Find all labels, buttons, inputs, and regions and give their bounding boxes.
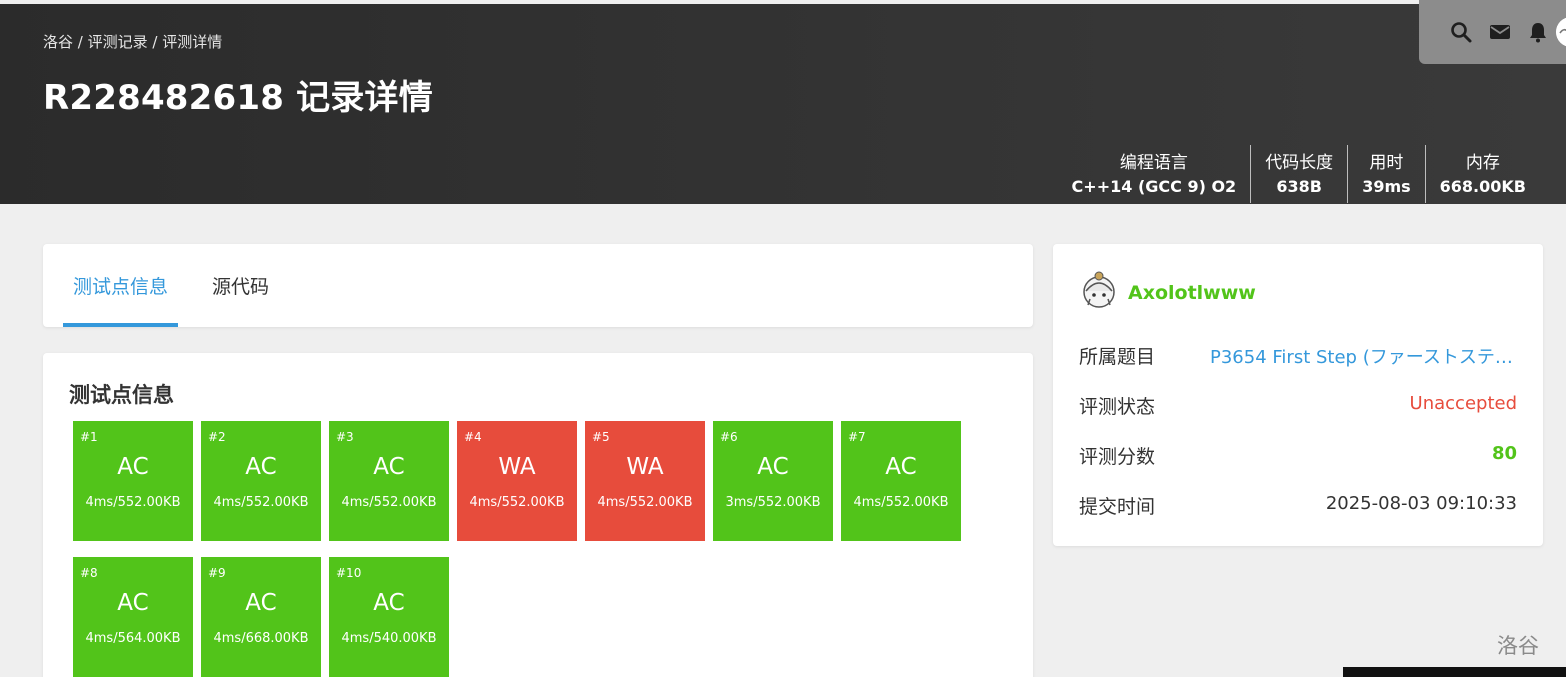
testcase-id: #2 bbox=[208, 430, 226, 444]
testcase-status: AC bbox=[245, 454, 277, 480]
testcase-status: AC bbox=[757, 454, 789, 480]
info-row-score: 评测分数 80 bbox=[1079, 442, 1517, 472]
stat-code-length: 代码长度 638B bbox=[1250, 145, 1347, 203]
testcase-status: AC bbox=[885, 454, 917, 480]
testcase-3[interactable]: #3 AC 4ms/552.00KB bbox=[329, 421, 449, 541]
problem-link[interactable]: P3654 First Step (ファーストステップ) bbox=[1210, 343, 1517, 369]
tabs-card: 测试点信息 源代码 bbox=[43, 244, 1033, 327]
info-label: 评测分数 bbox=[1079, 446, 1156, 468]
breadcrumb-item-home[interactable]: 洛谷 bbox=[43, 33, 73, 51]
bell-icon[interactable] bbox=[1526, 20, 1550, 44]
testcase-detail: 4ms/552.00KB bbox=[853, 495, 949, 510]
testcase-5[interactable]: #5 WA 4ms/552.00KB bbox=[585, 421, 705, 541]
breadcrumb-separator: / bbox=[77, 33, 88, 51]
testcase-id: #3 bbox=[336, 430, 354, 444]
stat-value: C++14 (GCC 9) O2 bbox=[1071, 177, 1237, 196]
testcase-id: #10 bbox=[336, 566, 362, 580]
testcase-id: #1 bbox=[80, 430, 98, 444]
info-label: 评测状态 bbox=[1079, 396, 1156, 418]
testcase-detail: 4ms/552.00KB bbox=[597, 495, 693, 510]
luogu-watermark: 洛谷 bbox=[1497, 634, 1539, 658]
info-row-problem: 所属题目 P3654 First Step (ファーストステップ) bbox=[1079, 342, 1517, 372]
testcase-4[interactable]: #4 WA 4ms/552.00KB bbox=[457, 421, 577, 541]
testcase-id: #6 bbox=[720, 430, 738, 444]
tab-source-code[interactable]: 源代码 bbox=[202, 244, 279, 327]
stat-language: 编程语言 C++14 (GCC 9) O2 bbox=[1058, 145, 1251, 203]
stat-label: 代码长度 bbox=[1265, 153, 1334, 173]
testcase-detail: 4ms/540.00KB bbox=[341, 631, 437, 646]
testcase-detail: 3ms/552.00KB bbox=[725, 495, 821, 510]
stat-label: 编程语言 bbox=[1119, 153, 1188, 173]
user-toolbar bbox=[1419, 0, 1566, 64]
testcase-detail: 4ms/552.00KB bbox=[341, 495, 437, 510]
tab-testcases[interactable]: 测试点信息 bbox=[63, 244, 179, 327]
username[interactable]: Axolotlwww bbox=[1128, 282, 1256, 304]
stat-time: 用时 39ms bbox=[1347, 145, 1424, 203]
testcase-detail: 4ms/552.00KB bbox=[85, 495, 181, 510]
info-row-time: 提交时间 2025-08-03 09:10:33 bbox=[1079, 492, 1517, 522]
testcase-status: WA bbox=[626, 454, 664, 480]
testcase-2[interactable]: #2 AC 4ms/552.00KB bbox=[201, 421, 321, 541]
record-stats: 编程语言 C++14 (GCC 9) O2 代码长度 638B 用时 39ms … bbox=[1058, 145, 1540, 203]
testcase-detail: 4ms/668.00KB bbox=[213, 631, 309, 646]
search-icon[interactable] bbox=[1449, 20, 1473, 44]
page-title: R228482618 记录详情 bbox=[43, 78, 433, 118]
stat-value: 668.00KB bbox=[1439, 177, 1526, 196]
testcase-9[interactable]: #9 AC 4ms/668.00KB bbox=[201, 557, 321, 677]
testcase-id: #8 bbox=[80, 566, 98, 580]
testcase-id: #5 bbox=[592, 430, 610, 444]
record-info-card: Axolotlwww 所属题目 P3654 First Step (ファーストス… bbox=[1053, 244, 1543, 546]
testcases-card: 测试点信息 #1 AC 4ms/552.00KB #2 AC 4ms/552.0… bbox=[43, 353, 1033, 677]
section-title: 测试点信息 bbox=[69, 383, 174, 407]
score-value: 80 bbox=[1491, 443, 1517, 464]
testcase-status: AC bbox=[117, 454, 149, 480]
testcase-status: AC bbox=[245, 590, 277, 616]
stat-label: 内存 bbox=[1465, 153, 1500, 173]
breadcrumb-item-records[interactable]: 评测记录 bbox=[88, 33, 148, 51]
testcase-id: #9 bbox=[208, 566, 226, 580]
stat-value: 39ms bbox=[1362, 177, 1411, 196]
testcase-7[interactable]: #7 AC 4ms/552.00KB bbox=[841, 421, 961, 541]
breadcrumb: 洛谷 / 评测记录 / 评测详情 bbox=[43, 31, 222, 52]
testcase-status: AC bbox=[373, 454, 405, 480]
tab-label: 测试点信息 bbox=[73, 276, 169, 298]
testcase-detail: 4ms/552.00KB bbox=[469, 495, 565, 510]
testcase-1[interactable]: #1 AC 4ms/552.00KB bbox=[73, 421, 193, 541]
stat-memory: 内存 668.00KB bbox=[1424, 145, 1540, 203]
breadcrumb-item-detail: 评测详情 bbox=[162, 33, 223, 51]
user-avatar[interactable] bbox=[1080, 269, 1118, 311]
submit-time-value: 2025-08-03 09:10:33 bbox=[1325, 493, 1517, 514]
breadcrumb-separator: / bbox=[152, 33, 163, 51]
status-value: Unaccepted bbox=[1409, 393, 1517, 414]
testcase-id: #7 bbox=[848, 430, 866, 444]
info-label: 提交时间 bbox=[1079, 496, 1156, 518]
testcase-id: #4 bbox=[464, 430, 482, 444]
testcase-status: AC bbox=[373, 590, 405, 616]
user-avatar-mini[interactable] bbox=[1556, 17, 1566, 47]
testcase-detail: 4ms/552.00KB bbox=[213, 495, 309, 510]
stat-label: 用时 bbox=[1369, 153, 1404, 173]
testcase-8[interactable]: #8 AC 4ms/564.00KB bbox=[73, 557, 193, 677]
tab-label: 源代码 bbox=[212, 276, 270, 298]
bottom-bar bbox=[1343, 667, 1566, 677]
header-banner: 洛谷 / 评测记录 / 评测详情 R228482618 记录详情 编程语言 C+… bbox=[0, 4, 1566, 204]
testcase-detail: 4ms/564.00KB bbox=[85, 631, 181, 646]
mail-icon[interactable] bbox=[1488, 20, 1512, 44]
testcase-6[interactable]: #6 AC 3ms/552.00KB bbox=[713, 421, 833, 541]
testcase-10[interactable]: #10 AC 4ms/540.00KB bbox=[329, 557, 449, 677]
avatar-icon bbox=[1556, 17, 1566, 47]
testcase-status: WA bbox=[498, 454, 536, 480]
info-row-status: 评测状态 Unaccepted bbox=[1079, 392, 1517, 422]
stat-value: 638B bbox=[1276, 177, 1322, 196]
info-label: 所属题目 bbox=[1079, 346, 1156, 368]
testcase-status: AC bbox=[117, 590, 149, 616]
